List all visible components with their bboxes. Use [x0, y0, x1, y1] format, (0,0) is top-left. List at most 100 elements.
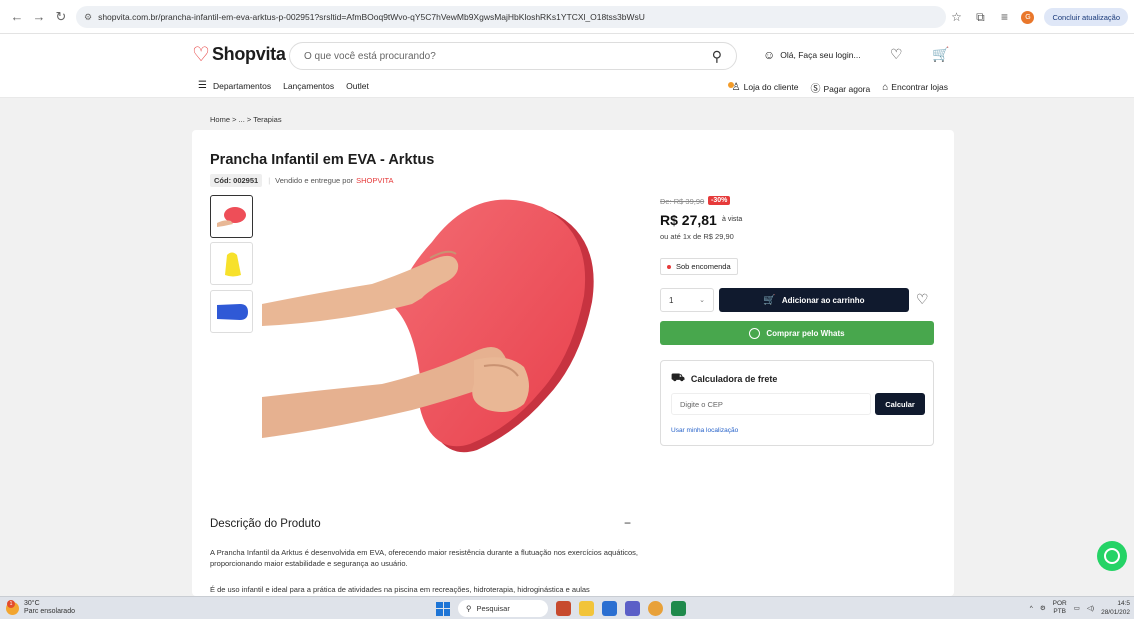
logo-heart-icon: ♡	[192, 44, 210, 66]
description-title: Descrição do Produto	[210, 518, 321, 530]
add-to-cart-label: Adicionar ao carrinho	[781, 295, 865, 305]
language-bottom: PTB	[1053, 608, 1067, 615]
store-icon: ⌂	[882, 82, 889, 93]
collapse-icon[interactable]: −	[624, 516, 631, 530]
excel-icon[interactable]	[671, 601, 686, 616]
dollar-circle-icon: Ⓢ	[810, 84, 821, 95]
product-title: Prancha Infantil em EVA - Arktus	[210, 152, 435, 168]
truck-icon: ⛟	[671, 372, 685, 384]
description-paragraph-2: É de uso infantil e ideal para a prática…	[210, 585, 590, 594]
availability-dot	[667, 264, 671, 269]
search-placeholder: O que você está procurando?	[304, 50, 436, 62]
use-location-link[interactable]: Usar minha localização	[671, 427, 738, 434]
site-header: ♡ Shopvita O que você está procurando? ⚲…	[0, 34, 1134, 98]
nav-loja-cliente[interactable]: ♙ Loja do cliente	[727, 82, 799, 93]
seller-link[interactable]: SHOPVITA	[356, 176, 393, 185]
product-main-image[interactable]	[262, 192, 636, 474]
weather-sun-icon: 1	[6, 599, 19, 615]
nav-encontrar-lojas-label: Encontrar lojas	[891, 82, 948, 92]
quantity-select[interactable]: 1 ⌄	[660, 288, 714, 312]
profile-avatar[interactable]: G	[1021, 10, 1035, 24]
menu-icon[interactable]: ☰	[198, 80, 207, 91]
nav-encontrar-lojas[interactable]: ⌂ Encontrar lojas	[882, 82, 948, 93]
network-icon[interactable]: ▭	[1074, 604, 1080, 612]
weather-widget[interactable]: 1 30°C Parc ensolarado	[6, 599, 75, 616]
cep-input[interactable]: Digite o CEP	[671, 393, 871, 415]
file-explorer-icon[interactable]	[579, 601, 594, 616]
nav-loja-cliente-label: Loja do cliente	[743, 82, 799, 92]
buy-whatsapp-button[interactable]: Comprar pelo Whats	[660, 321, 934, 345]
cart-plus-icon: 🛒	[763, 294, 776, 306]
search-input[interactable]: O que você está procurando? ⚲	[289, 42, 737, 70]
add-to-cart-button[interactable]: 🛒 Adicionar ao carrinho	[719, 288, 909, 312]
windows-start-icon[interactable]	[436, 601, 450, 616]
search-icon[interactable]: ⚲	[712, 48, 722, 65]
browser-toolbar: ← → ↻ ⚙ shopvita.com.br/prancha-infantil…	[0, 0, 1134, 34]
user-icon: ☺	[763, 48, 776, 62]
media-controls-icon[interactable]: ≡	[997, 10, 1011, 24]
person-icon: ♙	[731, 82, 741, 93]
thumbnail-yellow-image	[224, 252, 241, 276]
calculate-button[interactable]: Calcular	[875, 393, 925, 415]
product-meta: Cód: 002951 | Vendido e entregue por SHO…	[210, 174, 394, 187]
old-price: De: R$ 39,90	[660, 197, 705, 206]
whatsapp-float-button[interactable]	[1097, 541, 1127, 571]
thumbnail-blue[interactable]	[210, 290, 253, 333]
thumbnail-red[interactable]	[210, 195, 253, 238]
cart-icon[interactable]: 🛒	[932, 46, 949, 63]
taskbar-search[interactable]: ⚲ Pesquisar	[458, 600, 548, 617]
chrome-icon[interactable]	[648, 601, 663, 616]
extensions-icon[interactable]: ⧉	[973, 10, 987, 24]
whatsapp-icon	[1104, 548, 1120, 564]
shipping-calculator: ⛟ Calculadora de frete Digite o CEP Calc…	[660, 360, 934, 446]
shipping-title-label: Calculadora de frete	[690, 374, 778, 384]
teams-icon[interactable]	[625, 601, 640, 616]
quantity-value: 1	[669, 295, 674, 305]
breadcrumb[interactable]: Home > ... > Terapias	[210, 115, 282, 124]
volume-icon[interactable]: ◁)	[1087, 604, 1094, 612]
tray-app-icon[interactable]: ⚙	[1040, 604, 1046, 612]
people-app-icon[interactable]	[556, 601, 571, 616]
thumbnail-red-image	[216, 206, 246, 227]
availability-label: Sob encomenda	[676, 262, 731, 271]
store-app-icon[interactable]	[602, 601, 617, 616]
thumbnail-yellow[interactable]	[210, 242, 253, 285]
language-top: POR	[1052, 600, 1067, 607]
tray-chevron-icon[interactable]: ^	[1030, 605, 1033, 612]
weather-alert-badge: 1	[7, 599, 15, 608]
clock[interactable]: 14:5 28/01/202	[1101, 599, 1130, 617]
shipping-title: ⛟ Calculadora de frete	[671, 372, 777, 386]
chevron-down-icon: ⌄	[699, 297, 705, 304]
buy-whatsapp-label: Comprar pelo Whats	[766, 328, 845, 338]
price-suffix: à vista	[722, 216, 743, 223]
login-link[interactable]: ☺ Olá, Faça seu login...	[763, 48, 861, 62]
reload-icon[interactable]: ↻	[52, 8, 70, 26]
current-price: R$ 27,81	[660, 212, 717, 228]
nav-outlet[interactable]: Outlet	[346, 81, 369, 91]
nav-pagar-agora[interactable]: Ⓢ Pagar agora	[810, 80, 870, 95]
availability-badge: Sob encomenda	[660, 258, 738, 275]
nav-pagar-agora-label: Pagar agora	[823, 84, 871, 94]
forward-icon[interactable]: →	[30, 8, 48, 26]
sold-by-label: Vendido e entregue por	[275, 176, 354, 185]
whatsapp-icon	[749, 327, 761, 339]
kickboard-illustration	[262, 199, 594, 453]
favorite-heart-icon[interactable]: ♡	[916, 291, 929, 308]
shopvita-logo[interactable]: ♡ Shopvita	[192, 42, 286, 67]
weather-condition: Parc ensolarado	[24, 608, 75, 615]
wishlist-heart-icon[interactable]: ♡	[890, 46, 903, 63]
bookmark-star-icon[interactable]: ☆	[949, 10, 963, 24]
installment-info: ou até 1x de R$ 29,90	[660, 232, 734, 241]
back-icon[interactable]: ←	[8, 8, 26, 26]
windows-taskbar: 1 30°C Parc ensolarado ⚲ Pesquisar ^ ⚙ P…	[0, 596, 1134, 619]
separator: |	[268, 176, 271, 185]
weather-temp: 30°C	[24, 600, 40, 607]
update-button[interactable]: Concluir atualização	[1044, 8, 1128, 26]
site-info-icon[interactable]: ⚙	[84, 12, 92, 23]
nav-departamentos[interactable]: Departamentos	[213, 81, 271, 91]
nav-lancamentos[interactable]: Lançamentos	[283, 81, 334, 91]
language-indicator[interactable]: POR PTB	[1053, 600, 1067, 616]
description-paragraph-1: A Prancha Infantil da Arktus é desenvolv…	[210, 548, 638, 568]
product-card: Prancha Infantil em EVA - Arktus Cód: 00…	[192, 130, 954, 596]
address-bar[interactable]: ⚙ shopvita.com.br/prancha-infantil-em-ev…	[76, 6, 946, 28]
